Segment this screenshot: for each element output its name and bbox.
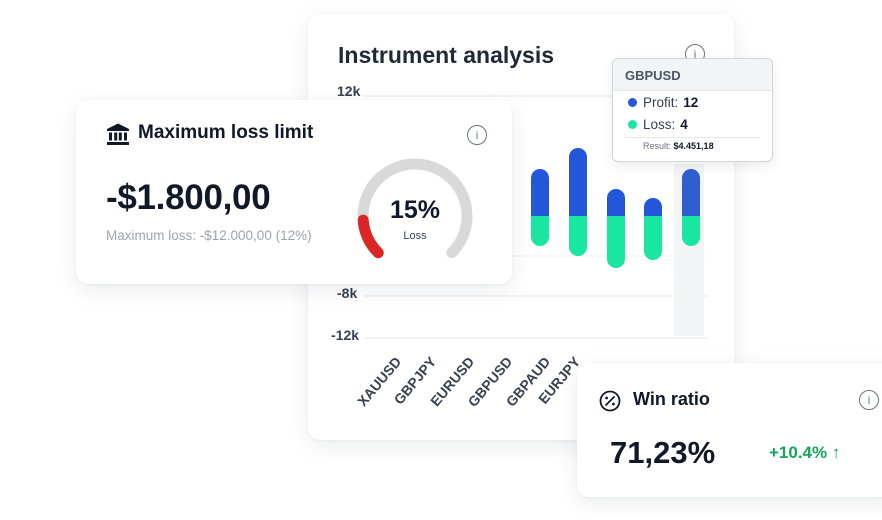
profit-bar-base bbox=[644, 210, 662, 216]
tooltip-result: Result: $4.451,18 bbox=[613, 138, 772, 151]
tooltip-instrument: GBPUSD bbox=[613, 59, 772, 91]
profit-bar-base bbox=[569, 210, 587, 216]
info-icon[interactable]: i bbox=[467, 125, 487, 145]
profit-bar-base bbox=[607, 210, 625, 216]
tooltip-result-label: Result: bbox=[643, 141, 672, 151]
tooltip-result-value: $4.451,18 bbox=[673, 141, 714, 151]
win-ratio-title: Win ratio bbox=[633, 389, 710, 409]
max-loss-subtitle: Maximum loss: -$12.000,00 (12%) bbox=[106, 228, 312, 243]
tooltip-loss-row: Loss: 4 bbox=[613, 113, 772, 135]
profit-dot-icon bbox=[628, 97, 637, 107]
gauge-value: 15% bbox=[389, 196, 441, 224]
tooltip-loss-label: Loss: bbox=[643, 116, 676, 132]
loss-bar-base bbox=[644, 216, 662, 230]
maximum-loss-card: Maximum loss limit i -$1.800,00 Maximum … bbox=[76, 100, 512, 284]
y-tick-label: -8k bbox=[337, 285, 357, 301]
loss-bar-base bbox=[531, 216, 549, 228]
loss-dot-icon bbox=[628, 119, 637, 129]
chart-tooltip: GBPUSD Profit: 12 Loss: 4 Result: $4.451… bbox=[612, 58, 773, 162]
win-ratio-value: 71,23% bbox=[610, 435, 716, 470]
max-loss-amount: -$1.800,00 bbox=[106, 178, 271, 217]
bank-icon bbox=[107, 123, 129, 145]
loss-bar-base bbox=[607, 216, 625, 230]
instrument-analysis-title: Instrument analysis bbox=[338, 42, 555, 68]
gauge-label: Loss bbox=[403, 230, 427, 242]
tooltip-loss-value: 4 bbox=[680, 116, 688, 132]
tooltip-profit-row: Profit: 12 bbox=[613, 91, 772, 113]
y-tick-label: -12k bbox=[331, 327, 359, 343]
tooltip-profit-value: 12 bbox=[683, 94, 699, 110]
profit-bar-base bbox=[682, 210, 700, 216]
win-ratio-card: Win ratio i 71,23% +10.4% ↑ bbox=[577, 363, 882, 497]
max-loss-title: Maximum loss limit bbox=[138, 122, 314, 143]
loss-bar-base bbox=[569, 216, 587, 230]
win-ratio-delta: +10.4% ↑ bbox=[769, 443, 841, 462]
tooltip-profit-label: Profit: bbox=[643, 94, 679, 110]
loss-bar-base bbox=[682, 216, 700, 228]
info-icon[interactable]: i bbox=[859, 390, 879, 410]
percent-icon bbox=[599, 390, 621, 412]
y-tick-label: 12k bbox=[337, 83, 361, 99]
